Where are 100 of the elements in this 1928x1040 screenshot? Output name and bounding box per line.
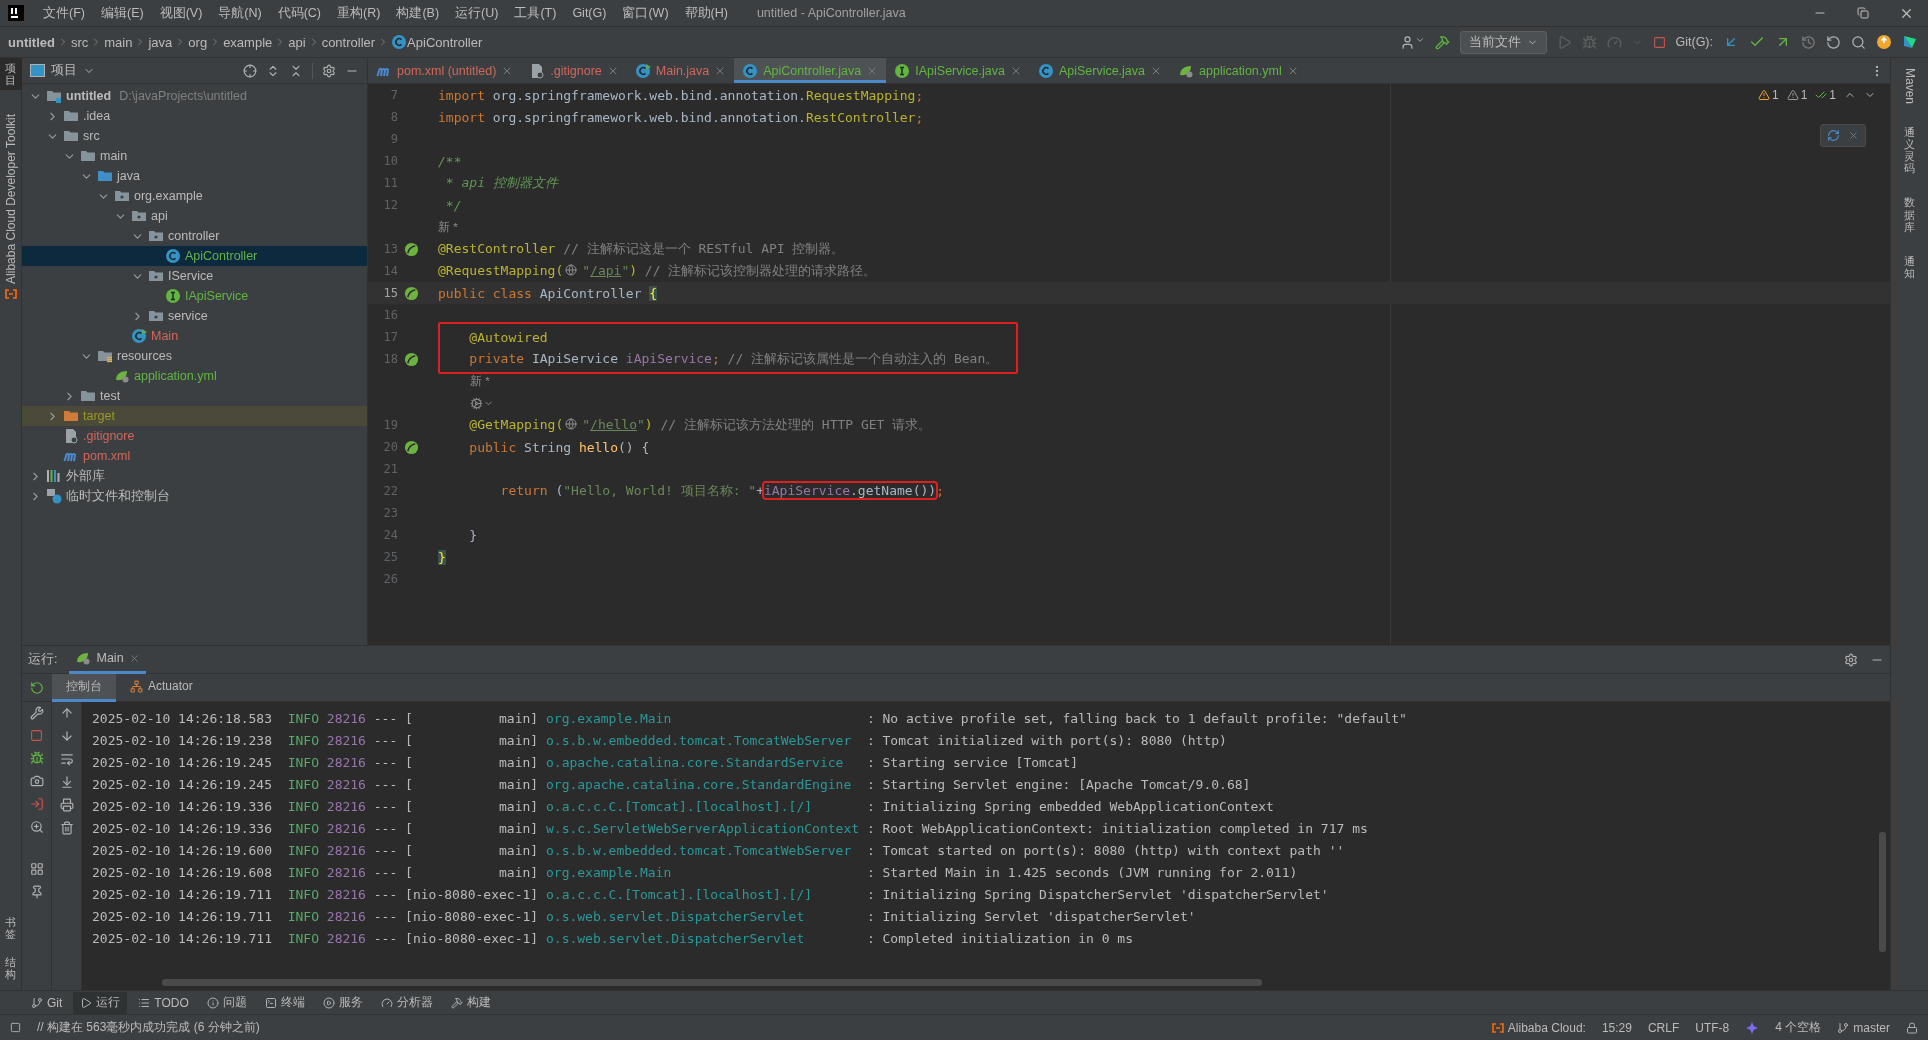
star-icon[interactable]: [1745, 1020, 1760, 1035]
tree-item[interactable]: 临时文件和控制台: [22, 486, 367, 506]
tree-item[interactable]: IApiService: [22, 286, 367, 306]
editor-tab[interactable]: Main.java: [626, 58, 735, 83]
hammer-icon[interactable]: [1434, 34, 1450, 50]
tool-window-button[interactable]: Git: [24, 991, 70, 1014]
rollback-icon[interactable]: [1826, 34, 1841, 50]
status-item[interactable]: Alibaba Cloud:: [1491, 1020, 1586, 1035]
app-logo[interactable]: [8, 5, 24, 21]
breadcrumb[interactable]: org: [188, 34, 208, 50]
status-item[interactable]: CRLF: [1647, 1020, 1680, 1035]
leaf-icon[interactable]: [403, 351, 419, 367]
tree-item[interactable]: .gitignore: [22, 426, 367, 446]
pin-icon[interactable]: [29, 885, 44, 899]
bracket-icon[interactable]: [4, 288, 17, 301]
tree-item[interactable]: java: [22, 166, 367, 186]
restore-icon[interactable]: [1857, 7, 1869, 19]
tree-item[interactable]: Main: [22, 326, 367, 346]
down-icon[interactable]: [59, 729, 74, 743]
tree-item[interactable]: IService: [22, 266, 367, 286]
tool-window-button[interactable]: 构建: [443, 991, 498, 1014]
tool-window-button[interactable]: 运行: [73, 991, 128, 1014]
menu-item[interactable]: 窗口(W): [615, 1, 676, 25]
camera-icon[interactable]: [29, 774, 44, 788]
menu-item[interactable]: 编辑(E): [93, 1, 151, 25]
branch-selector[interactable]: master: [1837, 1020, 1890, 1035]
wrench-icon[interactable]: [29, 706, 44, 720]
tree-item[interactable]: 外部库: [22, 466, 367, 486]
editor-tab[interactable]: ApiService.java: [1029, 58, 1171, 83]
tree-item[interactable]: resources: [22, 346, 367, 366]
leaf-icon[interactable]: [403, 241, 419, 257]
up-icon[interactable]: [59, 706, 74, 720]
run-config-dropdown[interactable]: 当前文件: [1459, 30, 1547, 54]
locate-icon[interactable]: [243, 63, 257, 78]
print-icon[interactable]: [59, 798, 74, 812]
editor-tab[interactable]: ApiController.java: [734, 58, 887, 83]
tool-window-button[interactable]: 问题: [199, 991, 254, 1014]
stop-icon[interactable]: [30, 729, 43, 742]
tool-window-button[interactable]: 终端: [257, 991, 312, 1014]
plugin-tool-tab[interactable]: Alibaba Cloud Developer Toolkit: [0, 110, 22, 305]
breadcrumb[interactable]: example: [223, 34, 273, 50]
menu-item[interactable]: 导航(N): [211, 1, 269, 25]
tree-item[interactable]: ApiController: [22, 246, 367, 266]
menu-item[interactable]: 运行(U): [448, 1, 506, 25]
scroll-end-icon[interactable]: [59, 775, 74, 789]
tool-stripe-tab[interactable]: Maven: [1898, 64, 1921, 109]
rerun-icon[interactable]: [30, 680, 44, 695]
breadcrumb[interactable]: controller: [321, 34, 376, 50]
status-item[interactable]: UTF-8: [1695, 1020, 1730, 1035]
tree-item[interactable]: target: [22, 406, 367, 426]
layout-icon[interactable]: [29, 862, 44, 876]
user-icon[interactable]: [1399, 34, 1425, 50]
tool-stripe-tab[interactable]: 结构: [0, 951, 22, 984]
scrollbar[interactable]: [162, 979, 1262, 986]
breadcrumb[interactable]: main: [104, 34, 133, 50]
tool-window-button[interactable]: TODO: [131, 991, 196, 1014]
status-item[interactable]: 15:29: [1601, 1020, 1632, 1035]
cog-icon[interactable]: [470, 396, 494, 410]
settings-icon[interactable]: [1844, 652, 1858, 667]
tree-item[interactable]: test: [22, 386, 367, 406]
scrollbar[interactable]: [1879, 832, 1886, 952]
tree-item[interactable]: main: [22, 146, 367, 166]
inspection-count[interactable]: 1: [1815, 88, 1836, 102]
editor-tab[interactable]: .gitignore: [521, 58, 627, 83]
plugin-logo[interactable]: [1902, 34, 1918, 50]
lock-icon[interactable]: [1906, 1021, 1918, 1034]
close-icon[interactable]: [1848, 130, 1859, 141]
tool-stripe-tab[interactable]: 通义灵码: [1898, 122, 1921, 179]
search-icon[interactable]: [1851, 34, 1866, 50]
close-icon[interactable]: [128, 652, 140, 664]
tree-item[interactable]: service: [22, 306, 367, 326]
tree-item[interactable]: pom.xml: [22, 446, 367, 466]
bug-icon[interactable]: [29, 751, 44, 765]
console-tab[interactable]: 控制台: [52, 673, 116, 702]
project-tool-tab[interactable]: 项目: [0, 58, 22, 91]
editor-tab[interactable]: IApiService.java: [886, 58, 1030, 83]
tool-stripe-tab[interactable]: 通知: [1898, 250, 1921, 283]
zoom-icon[interactable]: [29, 820, 44, 834]
breadcrumb[interactable]: java: [148, 34, 173, 50]
inspection-count[interactable]: 1: [1757, 88, 1779, 102]
tree-item[interactable]: org.example: [22, 186, 367, 206]
inspection-count[interactable]: 1: [1786, 88, 1808, 102]
console-tab[interactable]: Actuator: [116, 673, 207, 702]
leaf-icon[interactable]: [403, 285, 419, 301]
menu-item[interactable]: 帮助(H): [677, 1, 735, 25]
wrap-icon[interactable]: [59, 752, 74, 766]
collapse-all-icon[interactable]: [289, 63, 303, 78]
menu-item[interactable]: 视图(V): [152, 1, 210, 25]
tree-item[interactable]: api: [22, 206, 367, 226]
menu-item[interactable]: 构建(B): [389, 1, 447, 25]
tool-window-button[interactable]: 服务: [315, 991, 370, 1014]
layout-icon[interactable]: [10, 1022, 21, 1033]
debug-icon[interactable]: [1581, 34, 1597, 50]
maven-reload-button[interactable]: [1820, 124, 1866, 147]
leaf-icon[interactable]: [403, 439, 419, 455]
tree-item[interactable]: controller: [22, 226, 367, 246]
tree-item[interactable]: src: [22, 126, 367, 146]
status-item[interactable]: 4 个空格: [1775, 1019, 1822, 1036]
menu-item[interactable]: Git(G): [565, 3, 614, 23]
tool-stripe-tab[interactable]: 书签: [0, 911, 22, 944]
